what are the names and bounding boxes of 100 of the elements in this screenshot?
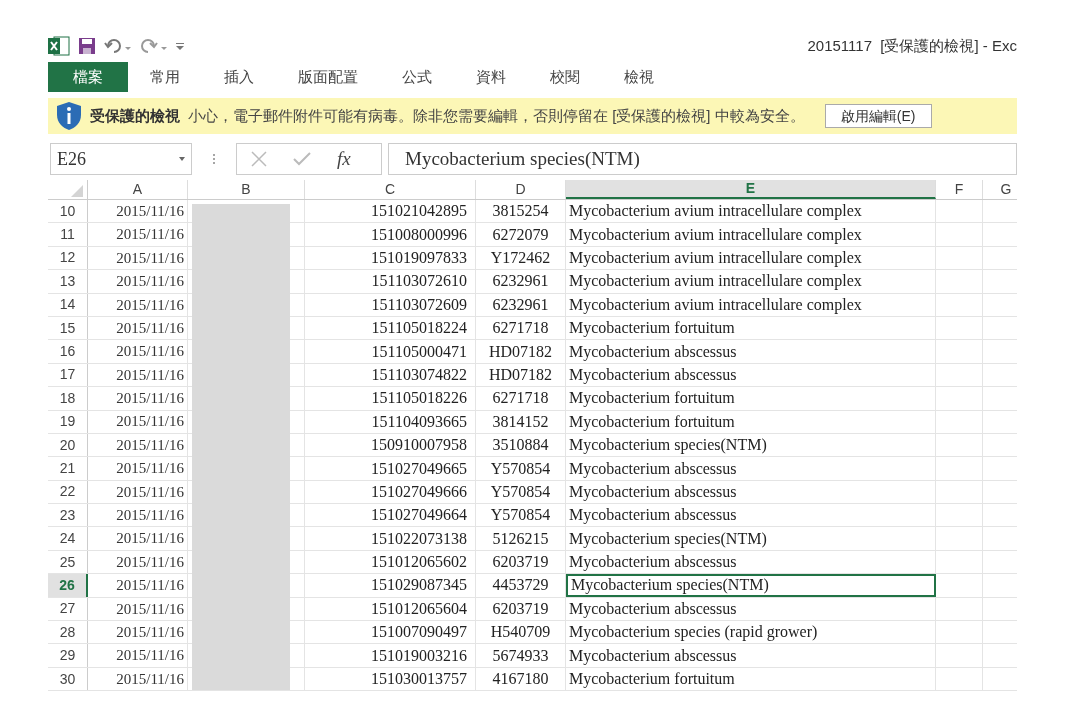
table-cell: 5126215 [476, 527, 566, 550]
ribbon-tab[interactable]: 常用 [128, 62, 202, 92]
ribbon-tab[interactable]: 校閱 [528, 62, 602, 92]
table-cell: 2015/11/16 [88, 527, 188, 550]
table-cell: 6203719 [476, 597, 566, 621]
row-header[interactable]: 25 [48, 550, 88, 574]
table-cell: Mycobacterium avium intracellulare complex [566, 246, 936, 270]
formula-value: Mycobacterium species(NTM) [405, 146, 640, 171]
ribbon-tab[interactable]: 檢視 [602, 62, 676, 92]
table-cell: 2015/11/16 [88, 433, 188, 457]
table-cell: 151104093665 [305, 410, 476, 433]
table-cell: Y570854 [476, 457, 566, 480]
table-cell: 2015/11/16 [88, 223, 188, 246]
table-cell: 6203719 [476, 550, 566, 574]
column-header[interactable]: C [305, 180, 476, 199]
ribbon-tab[interactable]: 版面配置 [276, 62, 380, 92]
table-cell: 6271718 [476, 316, 566, 340]
table-cell: 151030013757 [305, 667, 476, 691]
save-icon[interactable] [78, 37, 96, 55]
table-cell: 2015/11/16 [88, 457, 188, 480]
table-cell: Mycobacterium abscessus [566, 480, 936, 504]
row-header[interactable]: 19 [48, 410, 88, 433]
row-header[interactable]: 22 [48, 480, 88, 504]
table-cell: 2015/11/16 [88, 621, 188, 644]
row-header[interactable]: 13 [48, 270, 88, 293]
ribbon-tab[interactable]: 插入 [202, 62, 276, 92]
row-header[interactable]: 28 [48, 621, 88, 644]
column-header[interactable]: E [566, 180, 936, 199]
row-header[interactable]: 26 [48, 574, 88, 597]
row-header[interactable]: 11 [48, 223, 88, 246]
ribbon-tab[interactable]: 公式 [380, 62, 454, 92]
row-header[interactable]: 14 [48, 293, 88, 316]
table-cell: 151027049665 [305, 457, 476, 480]
table-cell: 151105018224 [305, 316, 476, 340]
row-header[interactable]: 27 [48, 597, 88, 621]
table-cell: 151103074822 [305, 363, 476, 387]
table-cell: 2015/11/16 [88, 246, 188, 270]
table-cell: 2015/11/16 [88, 574, 188, 597]
table-cell: 151021042895 [305, 200, 476, 223]
table-cell: 151007090497 [305, 621, 476, 644]
table-cell: Mycobacterium fortuitum [566, 410, 936, 433]
row-header[interactable]: 16 [48, 340, 88, 363]
table-cell: Mycobacterium abscessus [566, 550, 936, 574]
table-cell: 2015/11/16 [88, 550, 188, 574]
row-header[interactable]: 10 [48, 200, 88, 223]
table-cell: 2015/11/16 [88, 410, 188, 433]
undo-icon[interactable] [104, 38, 132, 54]
insert-function-button[interactable]: fx [337, 144, 351, 174]
column-header[interactable]: F [936, 180, 983, 199]
customize-toolbar-icon[interactable] [176, 42, 184, 50]
table-cell: 150910007958 [305, 433, 476, 457]
row-header[interactable]: 12 [48, 246, 88, 270]
table-cell: Mycobacterium abscessus [566, 340, 936, 363]
ribbon-tab[interactable]: 資料 [454, 62, 528, 92]
table-cell: 2015/11/16 [88, 644, 188, 667]
row-header[interactable]: 18 [48, 387, 88, 410]
name-box[interactable]: E26 [50, 143, 192, 175]
table-cell: 151029087345 [305, 574, 476, 597]
table-cell: 6232961 [476, 270, 566, 293]
row-header[interactable]: 21 [48, 457, 88, 480]
table-cell: 151012065604 [305, 597, 476, 621]
table-cell: 2015/11/16 [88, 480, 188, 504]
table-cell: 151027049666 [305, 480, 476, 504]
dropdown-caret-icon[interactable] [179, 157, 185, 161]
table-cell: 2015/11/16 [88, 293, 188, 316]
more-options-icon[interactable] [212, 153, 216, 165]
table-cell: Y570854 [476, 480, 566, 504]
table-cell: 2015/11/16 [88, 270, 188, 293]
table-cell: 6272079 [476, 223, 566, 246]
redo-icon[interactable] [140, 38, 168, 54]
table-cell: Mycobacterium fortuitum [566, 316, 936, 340]
table-cell: Y172462 [476, 246, 566, 270]
row-header[interactable]: 15 [48, 316, 88, 340]
table-cell: 3510884 [476, 433, 566, 457]
table-cell: 2015/11/16 [88, 340, 188, 363]
row-header[interactable]: 24 [48, 527, 88, 550]
check-icon[interactable] [293, 152, 311, 166]
column-header[interactable]: A [88, 180, 188, 199]
table-cell: 151105018226 [305, 387, 476, 410]
row-header[interactable]: 17 [48, 363, 88, 387]
column-header[interactable]: G [983, 180, 1017, 199]
column-header[interactable]: B [188, 180, 305, 199]
table-cell: Mycobacterium fortuitum [566, 667, 936, 691]
enable-editing-button[interactable]: 啟用編輯(E) [824, 104, 932, 128]
row-header[interactable]: 23 [48, 504, 88, 527]
table-cell: 6271718 [476, 387, 566, 410]
formula-input[interactable]: Mycobacterium species(NTM) [388, 143, 1017, 175]
table-cell: 151019097833 [305, 246, 476, 270]
table-cell: Mycobacterium abscessus [566, 597, 936, 621]
table-cell: 2015/11/16 [88, 363, 188, 387]
table-cell: 151105000471 [305, 340, 476, 363]
row-header[interactable]: 29 [48, 644, 88, 667]
spreadsheet-app-icon[interactable] [48, 36, 70, 56]
row-header[interactable]: 30 [48, 667, 88, 691]
ribbon-tab[interactable]: 檔案 [48, 62, 128, 92]
table-cell: Y570854 [476, 504, 566, 527]
row-header[interactable]: 20 [48, 433, 88, 457]
table-cell: 3814152 [476, 410, 566, 433]
table-cell: 151103072609 [305, 293, 476, 316]
table-cell: 2015/11/16 [88, 387, 188, 410]
